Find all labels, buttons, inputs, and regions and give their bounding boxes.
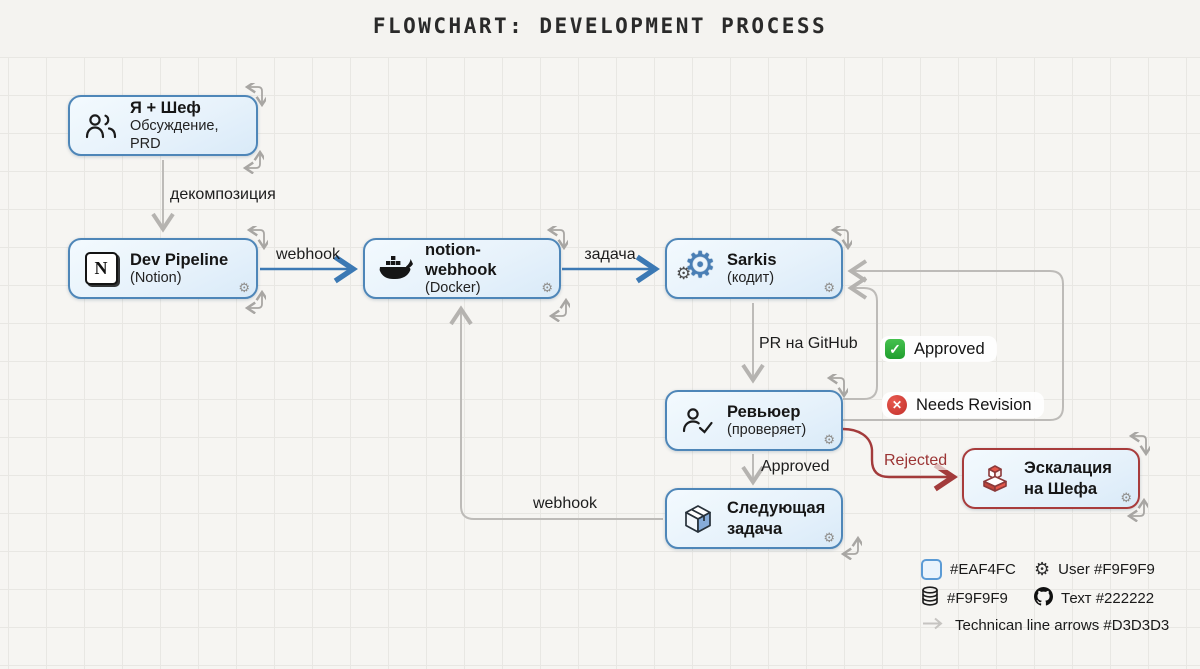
gray-arrow-icon: [921, 617, 947, 634]
node-dev-pipeline: N Dev Pipeline (Notion) ⚙: [68, 238, 258, 299]
node-title: Sarkis: [727, 250, 777, 270]
node-title: Эскалация: [1024, 458, 1112, 478]
node-sarkis: ⚙⚙ Sarkis (кодит) ⚙: [665, 238, 843, 299]
legend-db-fill: #F9F9F9: [921, 586, 1034, 611]
check-icon: ✓: [885, 339, 905, 359]
needs-revision-badge-label: Needs Revision: [916, 396, 1032, 415]
node-notion-webhook: notion-webhook (Docker) ⚙: [363, 238, 561, 299]
page-title: FLOWCHART: DEVELOPMENT PROCESS: [0, 14, 1200, 38]
node-swatch-icon: [921, 559, 942, 580]
node-title: notion-webhook: [425, 240, 549, 280]
flowchart-canvas: FLOWCHART: DEVELOPMENT PROCESS: [0, 0, 1200, 669]
node-escalation: Эскалация на Шефа ⚙: [962, 448, 1140, 509]
legend-arrows-label: Technican line arrows #D3D3D3: [955, 617, 1169, 634]
node-subtitle: (Docker): [425, 280, 549, 298]
legend-text-color: Техт #222222: [1034, 587, 1154, 610]
node-subtitle: (проверяет): [727, 422, 806, 440]
corner-arrow-icon: [548, 296, 570, 322]
edge-label-rejected: Rejected: [881, 452, 950, 470]
node-next-task: Следующая задача ⚙: [665, 488, 843, 549]
edge-webhook-loop: [461, 310, 663, 519]
node-subtitle: на Шефа: [1024, 479, 1112, 499]
legend-db-fill-label: #F9F9F9: [947, 590, 1008, 607]
node-title: Ревьюер: [727, 402, 806, 422]
legend-node-fill-label: #EAF4FC: [950, 561, 1016, 578]
gear-icon: ⚙: [238, 282, 250, 295]
docker-icon: [378, 255, 414, 283]
edge-label-task: задача: [576, 246, 644, 264]
node-reviewer: Ревьюер (проверяет) ⚙: [665, 390, 843, 451]
user-check-icon: [680, 406, 716, 436]
legend-user-fill-label: User #F9F9F9: [1058, 561, 1155, 578]
gear-icon: ⚙: [541, 282, 553, 295]
node-subtitle: Обсуждение, PRD: [130, 118, 246, 153]
legend-user-fill: ⚙ User #F9F9F9: [1034, 561, 1155, 579]
cross-icon: ✕: [887, 395, 907, 415]
node-title: Следующая: [727, 498, 825, 518]
edge-label-approved-down: Approved: [761, 458, 830, 476]
users-icon: [83, 112, 119, 140]
edge-label-webhook-in: webhook: [270, 246, 346, 264]
escalation-icon: [977, 464, 1013, 494]
gears-icon: ⚙⚙: [680, 251, 716, 287]
gear-icon: ⚙: [823, 282, 835, 295]
node-team: Я + Шеф Обсуждение, PRD: [68, 95, 258, 156]
node-title: Я + Шеф: [130, 98, 246, 118]
node-subtitle: (кодит): [727, 270, 777, 288]
edge-label-pr-github: PR на GitHub: [759, 335, 858, 353]
legend-node-fill: #EAF4FC: [921, 559, 1034, 580]
gear-icon: ⚙: [823, 532, 835, 545]
package-icon: [680, 503, 716, 535]
edge-label-decomposition: декомпозиция: [170, 186, 276, 204]
node-subtitle: задача: [727, 519, 825, 539]
approved-badge: ✓ Approved: [880, 336, 997, 362]
legend: #EAF4FC ⚙ User #F9F9F9 #F9F9F9: [921, 559, 1179, 640]
edge-label-webhook-loop: webhook: [528, 495, 602, 513]
node-subtitle: (Notion): [130, 270, 228, 288]
approved-badge-label: Approved: [914, 340, 985, 359]
needs-revision-badge: ✕ Needs Revision: [882, 392, 1044, 418]
corner-arrow-icon: [840, 534, 862, 560]
gear-icon: ⚙: [823, 434, 835, 447]
settings-gear-icon: ⚙: [1034, 561, 1050, 579]
notion-icon: N: [83, 252, 119, 285]
database-icon: [921, 586, 939, 611]
node-title: Dev Pipeline: [130, 250, 228, 270]
gear-icon: ⚙: [1120, 492, 1132, 505]
github-icon: [1034, 587, 1053, 610]
legend-arrows: Technican line arrows #D3D3D3: [921, 617, 1169, 634]
legend-text-color-label: Техт #222222: [1061, 590, 1154, 607]
